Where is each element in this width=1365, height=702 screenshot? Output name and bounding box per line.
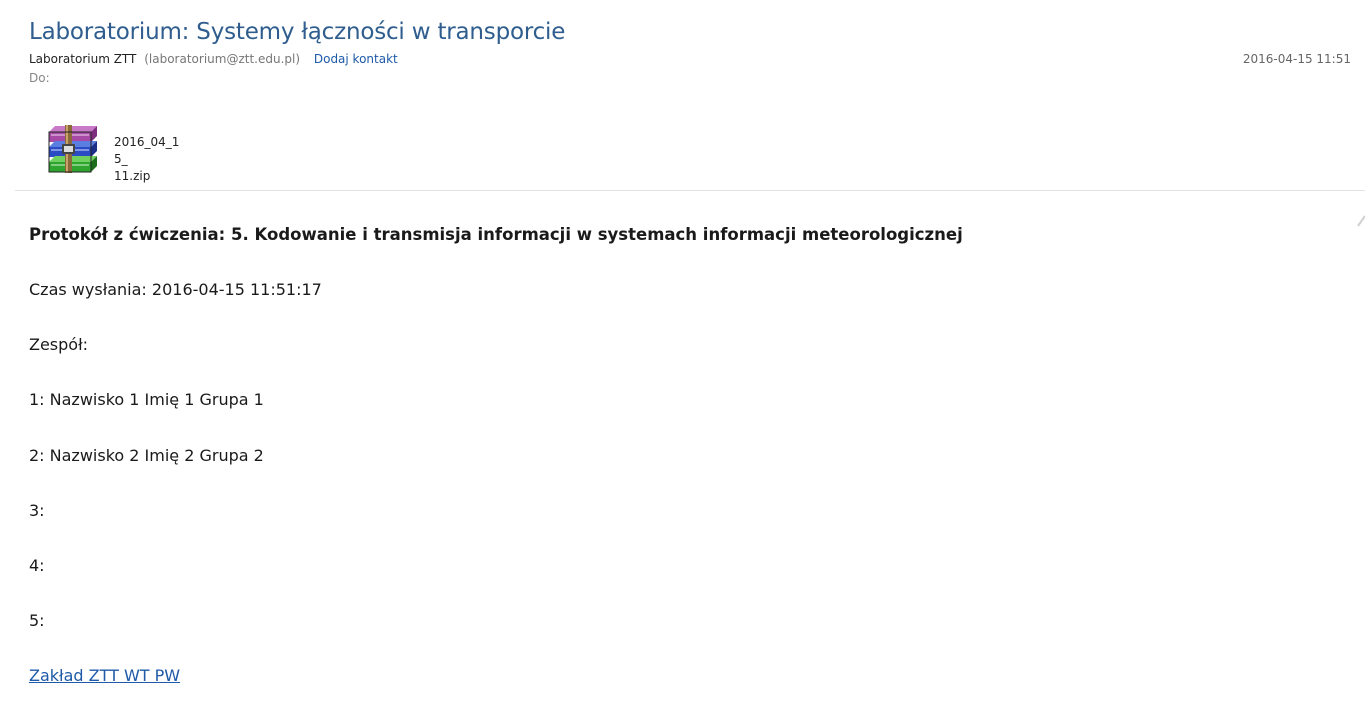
- from-line: Laboratorium ZTT (laboratorium@ztt.edu.p…: [29, 52, 398, 66]
- team-member-4: 4:: [29, 556, 45, 575]
- message-subject: Laboratorium: Systemy łączności w transp…: [29, 19, 566, 45]
- footer-link[interactable]: Zakład ZTT WT PW: [29, 666, 180, 685]
- scroll-up-icon[interactable]: [1355, 214, 1365, 236]
- team-member-1: 1: Nazwisko 1 Imię 1 Grupa 1: [29, 390, 264, 409]
- team-member-2: 2: Nazwisko 2 Imię 2 Grupa 2: [29, 446, 264, 465]
- attachment-item[interactable]: 2016_04_15_ 11.zip: [45, 120, 245, 183]
- add-contact-link[interactable]: Dodaj kontakt: [314, 52, 398, 66]
- attachment-filename[interactable]: 2016_04_15_ 11.zip: [114, 134, 184, 185]
- sender-name[interactable]: Laboratorium ZTT: [29, 52, 136, 66]
- protocol-heading: Protokół z ćwiczenia: 5. Kodowanie i tra…: [29, 225, 963, 244]
- message-header: Laboratorium: Systemy łączności w transp…: [0, 0, 1365, 190]
- team-member-3: 3:: [29, 501, 45, 520]
- message-date: 2016-04-15 11:51: [1242, 52, 1351, 66]
- sender-email: (laboratorium@ztt.edu.pl): [144, 52, 301, 66]
- attachment-filename-line1: 2016_04_15_: [114, 135, 180, 166]
- footer-link-line: Zakład ZTT WT PW: [29, 666, 180, 685]
- sent-time: Czas wysłania: 2016-04-15 11:51:17: [29, 280, 322, 299]
- winrar-archive-icon: [48, 125, 97, 173]
- message-body: Protokół z ćwiczenia: 5. Kodowanie i tra…: [0, 191, 1365, 702]
- team-label: Zespół:: [29, 335, 89, 354]
- to-label: Do:: [29, 71, 50, 85]
- team-member-5: 5:: [29, 611, 45, 630]
- attachment-filename-line2: 11.zip: [114, 169, 151, 183]
